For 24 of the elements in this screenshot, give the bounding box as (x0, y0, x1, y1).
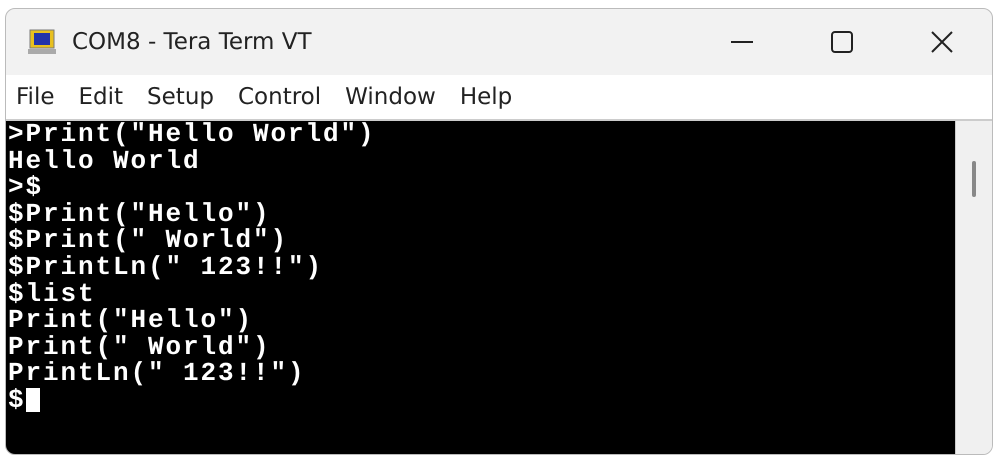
terminal-line: PrintLn(" 123!!") (8, 360, 306, 387)
close-icon (930, 30, 954, 54)
maximize-icon (830, 30, 854, 54)
terminal-line: Hello World (8, 148, 201, 174)
minimize-icon (731, 41, 753, 43)
terminal-line: $Print(" World") (8, 227, 288, 254)
menu-item[interactable]: Control (238, 84, 322, 110)
scrollbar[interactable] (955, 121, 992, 454)
window-title: COM8 - Tera Term VT (72, 29, 312, 55)
terminal-line: >$ (8, 174, 44, 201)
menu-item[interactable]: Help (460, 84, 512, 110)
monitor-icon (28, 29, 56, 55)
menu-item[interactable]: Window (345, 84, 436, 110)
menu-item[interactable]: Edit (78, 84, 124, 110)
menu-item[interactable]: Setup (147, 84, 214, 110)
terminal-line: Print(" World") (8, 334, 271, 360)
terminal-line: Print("Hello") (8, 307, 254, 334)
terminal-line: $Print("Hello") (8, 200, 271, 228)
terminal-line: >Print("Hello World") (8, 121, 376, 148)
terminal-line: $PrintLn(" 123!!") (8, 254, 324, 281)
terminal-line: $ (8, 386, 26, 414)
terminal-line: $list (8, 280, 96, 308)
menu-item[interactable]: File (16, 84, 54, 110)
scrollbar-thumb[interactable] (972, 161, 976, 197)
